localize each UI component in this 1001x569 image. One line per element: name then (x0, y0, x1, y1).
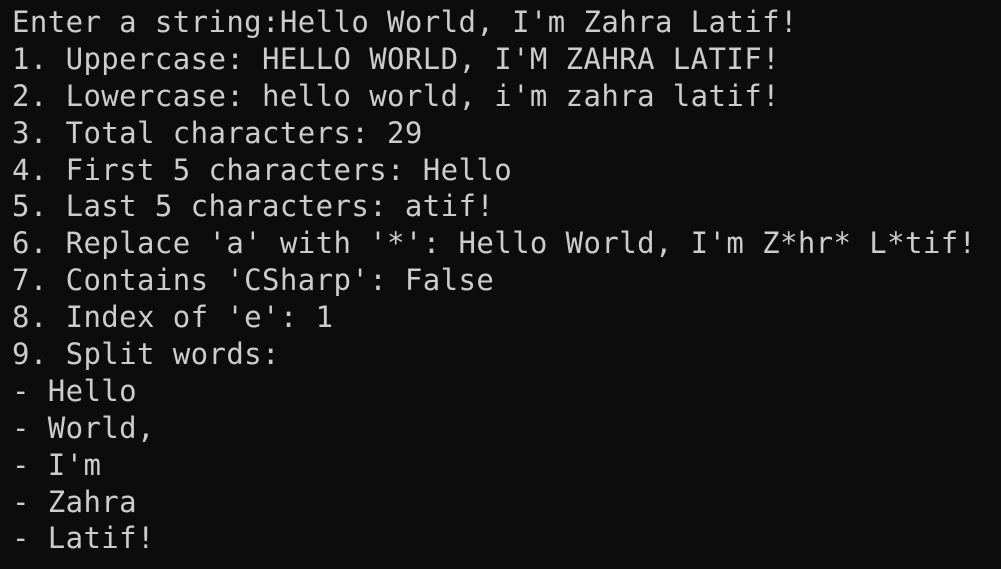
split-word-item: - Zahra (12, 484, 138, 519)
terminal-console[interactable]: Enter a string:Hello World, I'm Zahra La… (0, 0, 1001, 569)
contains-output-line: 7. Contains 'CSharp': False (12, 263, 495, 298)
index-output-line: 8. Index of 'e': 1 (12, 300, 334, 335)
input-prompt-line: Enter a string:Hello World, I'm Zahra La… (12, 5, 798, 39)
uppercase-output-line: 1. Uppercase: HELLO WORLD, I'M ZAHRA LAT… (12, 41, 780, 76)
replace-output-line: 6. Replace 'a' with '*': Hello World, I'… (12, 226, 977, 261)
split-word-item: - Latif! (12, 521, 155, 556)
first-five-line: 4. First 5 characters: Hello (12, 152, 513, 187)
split-word-item: - I'm (12, 447, 102, 482)
lowercase-output-line: 2. Lowercase: hello world, i'm zahra lat… (12, 78, 780, 113)
split-words-header-line: 9. Split words: (12, 337, 280, 372)
last-five-line: 5. Last 5 characters: atif! (12, 189, 495, 224)
split-word-item: - World, (12, 410, 155, 445)
total-characters-line: 3. Total characters: 29 (12, 115, 423, 150)
split-word-item: - Hello (12, 373, 138, 408)
